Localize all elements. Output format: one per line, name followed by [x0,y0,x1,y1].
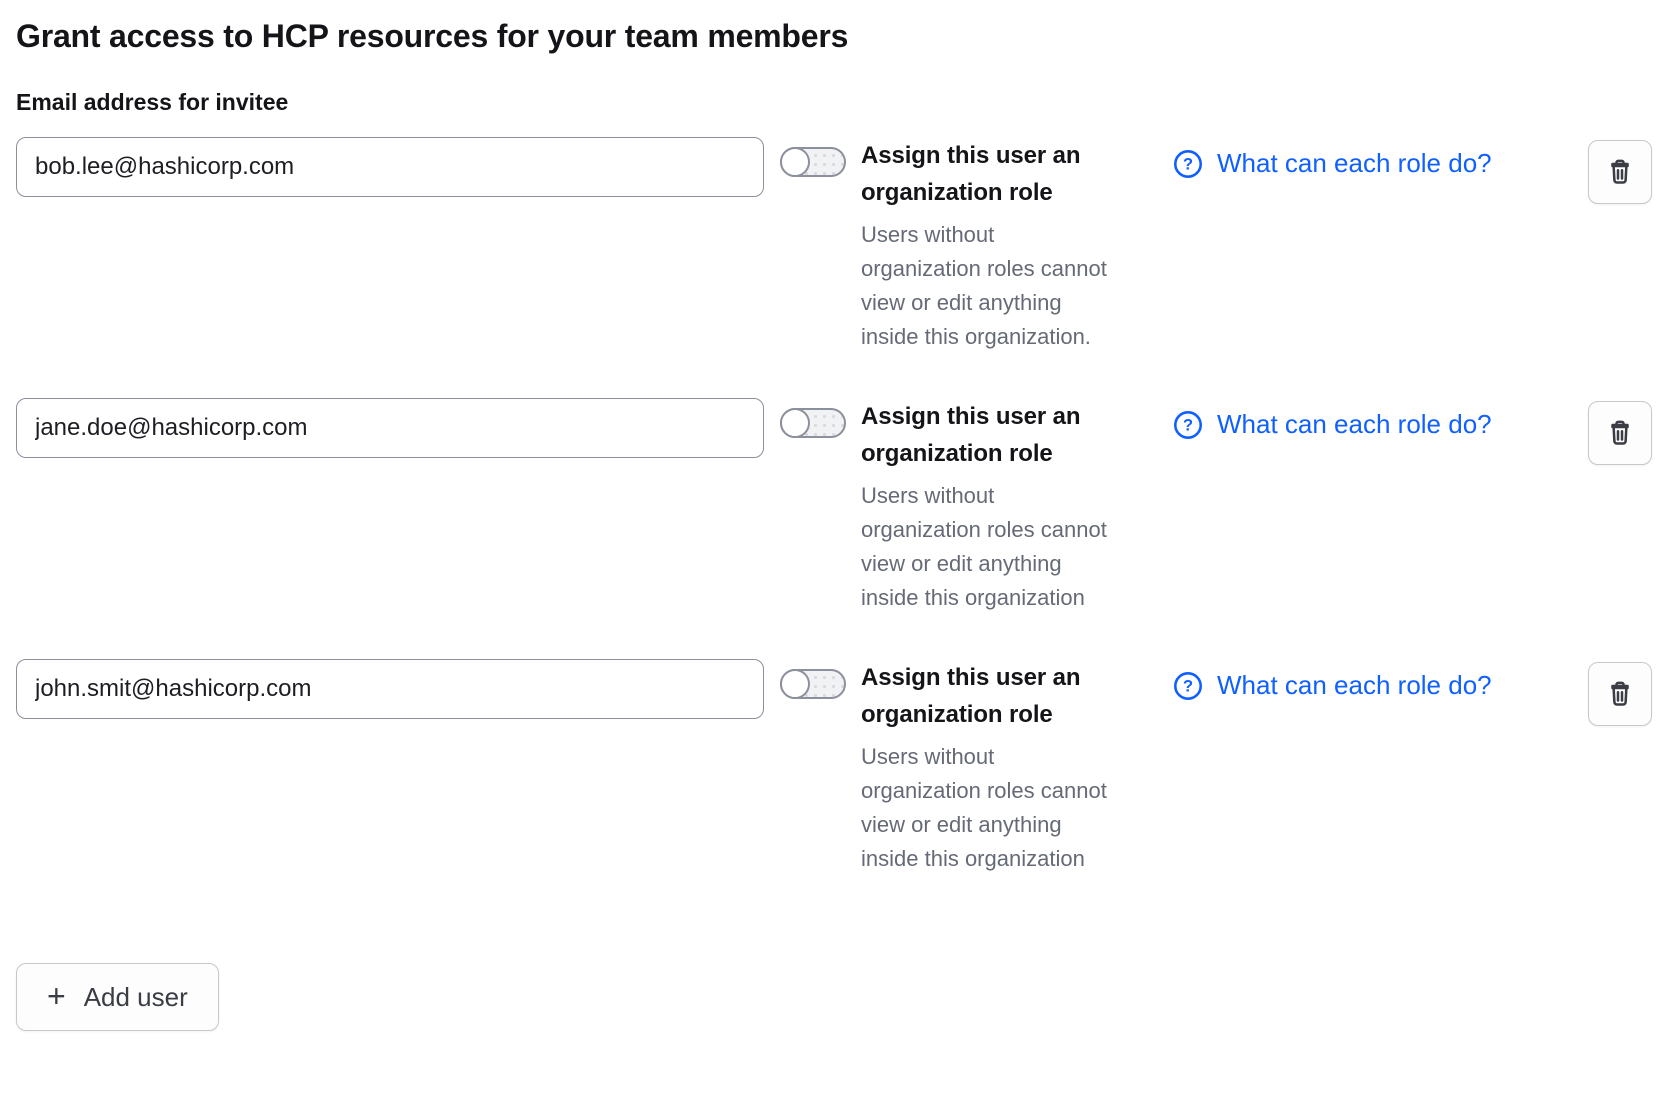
invitee-email-input[interactable] [16,137,764,197]
role-help-link-group: ? What can each role do? [1173,659,1545,701]
what-can-each-role-do-link[interactable]: What can each role do? [1217,670,1492,701]
invite-row: Assign this user an organization role Us… [16,659,1652,876]
role-description: Users without organization roles cannot … [861,479,1113,615]
toggle-knob [780,669,810,699]
assign-role-title: Assign this user an organization role [861,137,1113,211]
org-role-toggle[interactable] [780,147,846,177]
svg-text:?: ? [1183,416,1193,434]
role-help-link-group: ? What can each role do? [1173,137,1545,179]
help-circle-icon: ? [1173,149,1203,179]
assign-role-title: Assign this user an organization role [861,398,1113,472]
role-description: Users without organization roles cannot … [861,218,1113,354]
trash-icon [1605,157,1635,187]
what-can-each-role-do-link[interactable]: What can each role do? [1217,148,1492,179]
org-role-toggle[interactable] [780,669,846,699]
invite-row: Assign this user an organization role Us… [16,398,1652,615]
invitee-email-input[interactable] [16,659,764,719]
toggle-knob [780,147,810,177]
role-text-block: Assign this user an organization role Us… [861,137,1113,354]
add-user-button[interactable]: + Add user [16,963,219,1031]
invite-row: Assign this user an organization role Us… [16,137,1652,354]
help-circle-icon: ? [1173,671,1203,701]
invitee-email-input[interactable] [16,398,764,458]
role-text-block: Assign this user an organization role Us… [861,398,1113,615]
role-text-block: Assign this user an organization role Us… [861,659,1113,876]
svg-text:?: ? [1183,155,1193,173]
org-role-toggle[interactable] [780,408,846,438]
role-description: Users without organization roles cannot … [861,740,1113,876]
plus-icon: + [47,980,66,1012]
email-address-label: Email address for invitee [16,88,1652,116]
what-can-each-role-do-link[interactable]: What can each role do? [1217,409,1492,440]
toggle-knob [780,408,810,438]
add-user-label: Add user [84,982,188,1013]
assign-role-title: Assign this user an organization role [861,659,1113,733]
delete-invitee-button[interactable] [1588,140,1652,204]
svg-text:?: ? [1183,677,1193,695]
page-title: Grant access to HCP resources for your t… [16,16,1652,56]
email-field-wrapper [16,398,764,458]
trash-icon [1605,679,1635,709]
email-field-wrapper [16,659,764,719]
delete-invitee-button[interactable] [1588,662,1652,726]
email-field-wrapper [16,137,764,197]
help-circle-icon: ? [1173,410,1203,440]
delete-invitee-button[interactable] [1588,401,1652,465]
role-help-link-group: ? What can each role do? [1173,398,1545,440]
invite-rows: Assign this user an organization role Us… [16,137,1652,876]
trash-icon [1605,418,1635,448]
